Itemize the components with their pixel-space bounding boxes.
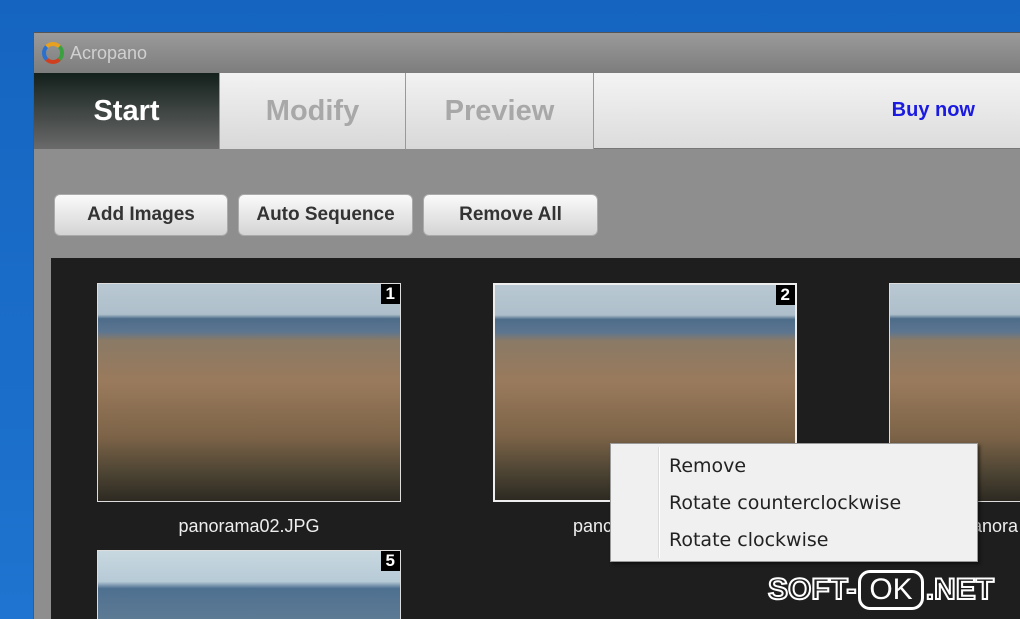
tab-start[interactable]: Start: [34, 73, 220, 149]
tab-bar: Start Modify Preview Buy now: [34, 73, 1020, 149]
thumbnail-number: 5: [380, 551, 400, 571]
watermark: SOFT- OK .NET: [767, 570, 995, 610]
remove-all-button[interactable]: Remove All: [423, 194, 598, 236]
buy-now-label[interactable]: Buy now: [892, 99, 975, 122]
add-images-button[interactable]: Add Images: [54, 194, 228, 236]
app-logo-icon: [42, 42, 64, 64]
tab-modify[interactable]: Modify: [220, 73, 406, 149]
tab-preview[interactable]: Preview: [406, 73, 594, 149]
menu-gutter-divider: [658, 447, 660, 558]
auto-sequence-button[interactable]: Auto Sequence: [238, 194, 413, 236]
menu-item-remove[interactable]: Remove: [669, 455, 746, 477]
thumbnail-number: 1: [380, 284, 400, 304]
buy-now-link[interactable]: Buy now: [594, 73, 1020, 148]
thumbnail-label: panorama02.JPG: [178, 516, 320, 536]
toolbar: Add Images Auto Sequence Remove All: [54, 194, 598, 236]
window-title: Acropano: [70, 42, 148, 63]
thumbnail[interactable]: 1: [97, 283, 401, 502]
context-menu: Remove Rotate counterclockwise Rotate cl…: [610, 443, 978, 562]
thumbnail-label: panc: [573, 516, 613, 536]
watermark-left: SOFT-: [767, 572, 857, 607]
watermark-mid: OK: [858, 570, 924, 610]
menu-item-rotate-cw[interactable]: Rotate clockwise: [669, 529, 828, 551]
thumbnail-number: 2: [775, 285, 795, 305]
menu-item-rotate-ccw[interactable]: Rotate counterclockwise: [669, 492, 901, 514]
thumbnail[interactable]: 5: [97, 550, 401, 619]
watermark-right: .NET: [925, 572, 995, 607]
title-bar: Acropano: [34, 33, 1020, 73]
thumbnail-label: anora: [972, 516, 1019, 536]
